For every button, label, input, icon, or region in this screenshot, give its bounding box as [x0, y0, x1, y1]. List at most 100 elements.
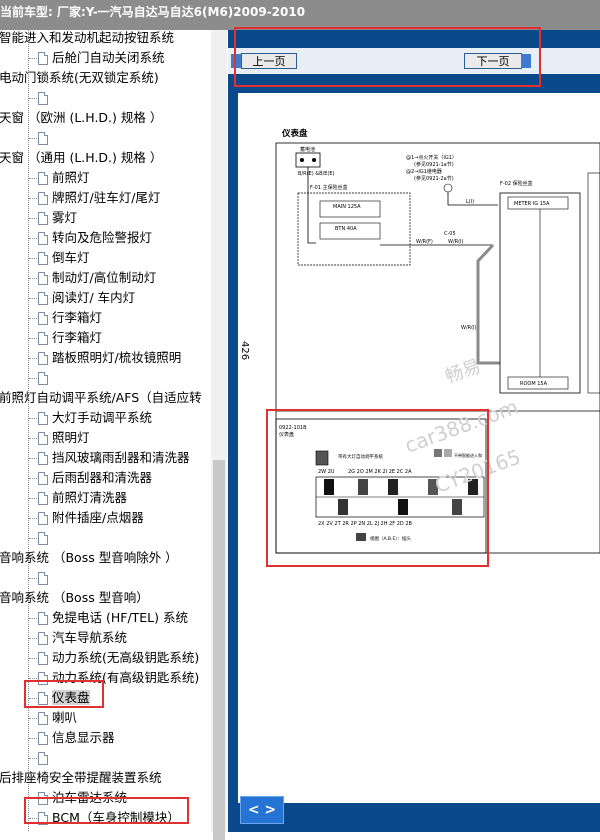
tree-item-label: 免提电话 (HF/TEL) 系统 — [52, 610, 188, 625]
prev-page-button[interactable]: 上一页 — [241, 53, 297, 69]
tree-leaf-item[interactable]: 照明灯 — [52, 428, 90, 448]
document-icon[interactable] — [38, 532, 48, 545]
document-icon[interactable] — [38, 652, 48, 665]
document-icon[interactable] — [38, 672, 48, 685]
wiring-diagram-page: 426 仪表盘 蓄电池 B/R(E) &B/E(E) F-01 主保险丝盒 MA… — [238, 93, 600, 803]
tree-item-label: 信息显示器 — [52, 730, 115, 745]
wire-wr-i-label: W/R(I) — [448, 239, 464, 245]
document-icon[interactable] — [38, 92, 48, 105]
tree-item-label: 前照灯自动调平系统/AFS（自适应转 — [0, 390, 202, 405]
ign-note-1b: (参见0921-1a节) — [414, 161, 454, 168]
terminals-top-row: 2G 2O 2M 2K 2I 2E 2C 2A — [348, 469, 412, 475]
document-icon[interactable] — [38, 252, 48, 265]
document-icon[interactable] — [38, 192, 48, 205]
tree-item-label: 倒车灯 — [52, 250, 90, 265]
tree-category-item[interactable]: 天窗 （欧洲 (L.H.D.) 规格 ） — [0, 108, 162, 128]
tree-item-label: 照明灯 — [52, 430, 90, 445]
tree-branch-line — [29, 178, 37, 179]
next-page-button[interactable]: 下一页 — [464, 53, 522, 69]
tree-leaf-item[interactable]: BCM（车身控制模块） — [52, 808, 180, 828]
tree-branch-line — [29, 258, 37, 259]
document-icon[interactable] — [38, 172, 48, 185]
tree-leaf-item[interactable]: 动力系统(无高级钥匙系统) — [52, 648, 199, 668]
document-icon[interactable] — [38, 412, 48, 425]
tree-leaf-item[interactable]: 倒车灯 — [52, 248, 90, 268]
tree-branch-line — [29, 618, 37, 619]
document-icon[interactable] — [38, 632, 48, 645]
next-arrow-icon[interactable] — [521, 54, 531, 68]
fuse-box-2-label: F-02 保险丝盒 — [500, 180, 533, 187]
document-icon[interactable] — [38, 792, 48, 805]
fuse-box-1-label: F-01 主保险丝盒 — [310, 184, 348, 191]
tree-item-label: 泊车雷达系统 — [52, 790, 128, 805]
document-icon[interactable] — [38, 712, 48, 725]
wire-l-label: L(I) — [466, 199, 474, 205]
prev-next-button[interactable]: < > — [240, 796, 284, 824]
tree-category-item[interactable]: 天窗 （通用 (L.H.D.) 规格 ） — [0, 148, 162, 168]
ign-note-2: @2→IG1继电器 — [406, 168, 442, 175]
tree-item-label: 动力系统(有高级钥匙系统) — [52, 670, 200, 685]
tree-leaf-item[interactable]: 泊车雷达系统 — [52, 788, 127, 808]
tree-leaf-item[interactable]: 制动灯/高位制动灯 — [52, 268, 156, 288]
tree-leaf-item[interactable]: 阅读灯/ 车内灯 — [52, 288, 135, 308]
tree-leaf-item[interactable]: 踏板照明灯/梳妆镜照明 — [52, 348, 181, 368]
document-icon[interactable] — [38, 132, 48, 145]
tree-item-label: 大灯手动调平系统 — [52, 410, 153, 425]
document-icon[interactable] — [38, 212, 48, 225]
tree-category-item[interactable]: 后排座椅安全带提醒装置系统 — [0, 768, 162, 788]
tree-leaf-item[interactable]: 动力系统(有高级钥匙系统) — [52, 668, 199, 688]
tree-leaf-item[interactable]: 挡风玻璃雨刮器和清洗器 — [52, 448, 190, 468]
document-icon[interactable] — [38, 572, 48, 585]
prev-arrow-icon[interactable] — [231, 54, 241, 68]
connector-note-b: 不带智能进入和 — [454, 452, 482, 458]
room-fuse-label: ROOM 15A — [520, 381, 548, 387]
tree-category-item[interactable]: 智能进入和发动机起动按钮系统 — [0, 30, 174, 48]
document-icon[interactable] — [38, 752, 48, 765]
document-icon[interactable] — [38, 452, 48, 465]
document-icon[interactable] — [38, 232, 48, 245]
tree-leaf-item[interactable]: 行李箱灯 — [52, 308, 102, 328]
tree-leaf-item[interactable]: 行李箱灯 — [52, 328, 102, 348]
tree-leaf-item[interactable]: 牌照灯/驻车灯/尾灯 — [52, 188, 160, 208]
tree-category-item[interactable]: 前照灯自动调平系统/AFS（自适应转 — [0, 388, 202, 408]
tree-item-label: 牌照灯/驻车灯/尾灯 — [52, 190, 161, 205]
tree-leaf-item[interactable]: 附件插座/点烟器 — [52, 508, 144, 528]
tree-category-item[interactable]: 音响系统 （Boss 型音响除外 ） — [0, 548, 178, 568]
tree-leaf-item[interactable]: 仪表盘 — [52, 688, 90, 708]
document-icon[interactable] — [38, 272, 48, 285]
tree-item-label: 后舱门自动关闭系统 — [52, 50, 165, 65]
tree-leaf-item[interactable]: 信息显示器 — [52, 728, 115, 748]
document-icon[interactable] — [38, 512, 48, 525]
document-icon[interactable] — [38, 312, 48, 325]
document-icon[interactable] — [38, 432, 48, 445]
tree-leaf-item[interactable]: 后雨刮器和清洗器 — [52, 468, 152, 488]
document-icon[interactable] — [38, 332, 48, 345]
tree-item-label: 天窗 （欧洲 (L.H.D.) 规格 ） — [0, 110, 163, 125]
document-icon[interactable] — [38, 292, 48, 305]
tree-branch-line — [29, 798, 37, 799]
manual-tree[interactable]: 智能进入和发动机起动按钮系统后舱门自动关闭系统电动门锁系统(无双锁定系统) 天窗 … — [0, 30, 212, 832]
document-icon[interactable] — [38, 472, 48, 485]
tree-leaf-item[interactable]: 前照灯 — [52, 168, 90, 188]
tree-category-item[interactable]: 音响系统 （Boss 型音响） — [0, 588, 149, 608]
tree-category-item[interactable]: 电动门锁系统(无双锁定系统) — [0, 68, 159, 88]
tree-leaf-item[interactable]: 转向及危险警报灯 — [52, 228, 152, 248]
document-icon[interactable] — [38, 812, 48, 825]
document-icon[interactable] — [38, 492, 48, 505]
document-icon[interactable] — [38, 732, 48, 745]
document-icon[interactable] — [38, 52, 48, 65]
document-icon[interactable] — [38, 692, 48, 705]
tree-leaf-item[interactable]: 雾灯 — [52, 208, 77, 228]
tree-leaf-item[interactable]: 前照灯清洗器 — [52, 488, 127, 508]
tree-leaf-item[interactable]: 汽车导航系统 — [52, 628, 127, 648]
tree-scrollbar-thumb[interactable] — [213, 460, 225, 840]
tree-branch-line — [29, 138, 37, 139]
tree-leaf-item[interactable]: 后舱门自动关闭系统 — [52, 48, 165, 68]
tree-leaf-item[interactable]: 大灯手动调平系统 — [52, 408, 152, 428]
document-icon[interactable] — [38, 352, 48, 365]
document-icon[interactable] — [38, 372, 48, 385]
tree-leaf-item[interactable]: 喇叭 — [52, 708, 77, 728]
document-icon[interactable] — [38, 612, 48, 625]
tree-scrollbar[interactable] — [211, 30, 227, 840]
tree-leaf-item[interactable]: 免提电话 (HF/TEL) 系统 — [52, 608, 188, 628]
